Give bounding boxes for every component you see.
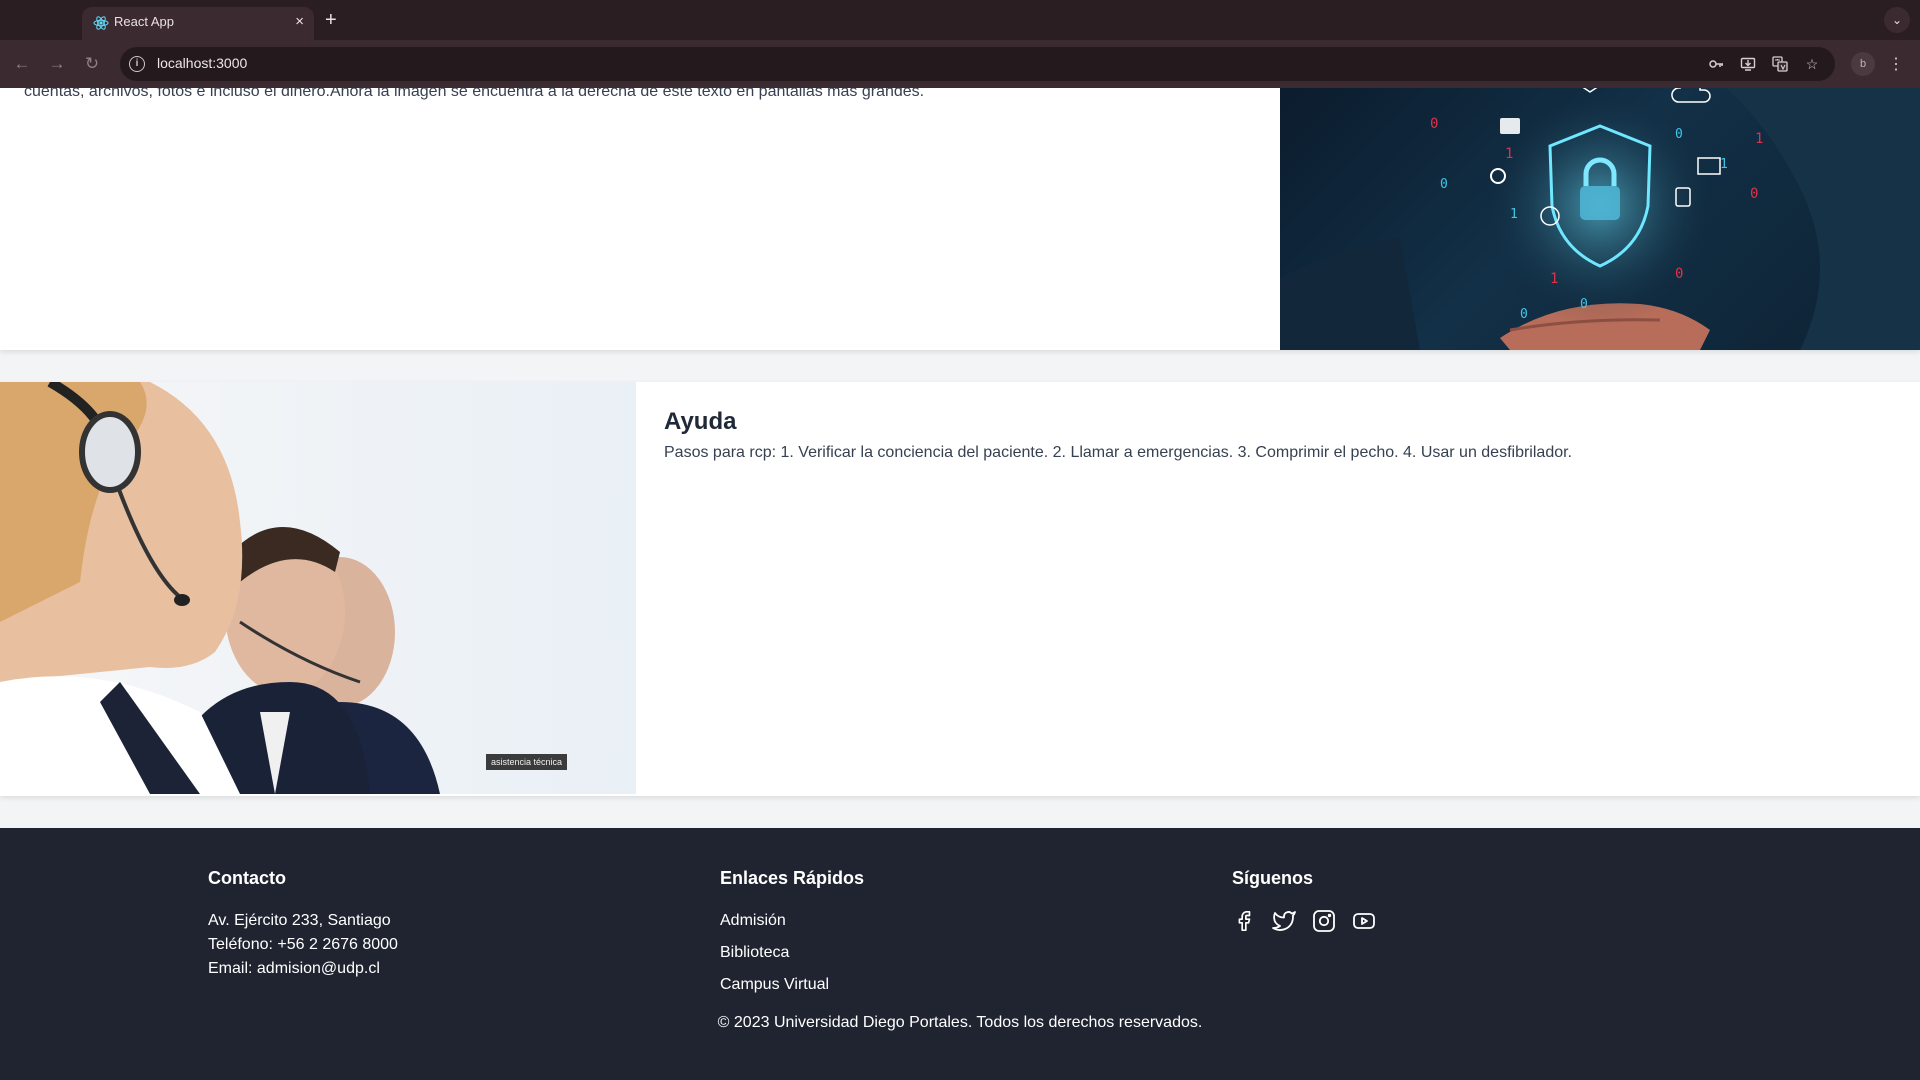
social-icons xyxy=(1232,909,1376,933)
facebook-icon[interactable] xyxy=(1232,909,1256,933)
reload-icon[interactable]: ↻ xyxy=(80,52,104,76)
tab-search-button[interactable]: ⌄ xyxy=(1884,7,1910,33)
svg-text:1: 1 xyxy=(1510,207,1518,222)
tab-title: React App xyxy=(114,14,174,29)
back-arrow-icon[interactable]: ← xyxy=(10,52,34,76)
twitter-icon[interactable] xyxy=(1272,909,1296,933)
forward-arrow-icon[interactable]: → xyxy=(45,52,69,76)
instagram-icon[interactable] xyxy=(1312,909,1336,933)
password-key-icon[interactable] xyxy=(1707,55,1725,73)
tab-close-icon[interactable]: × xyxy=(295,13,304,31)
browser-toolbar: ← → ↻ i localhost:3000 ☆ b ⋮ xyxy=(0,40,1920,88)
image-caption: asistencia técnica xyxy=(486,754,568,770)
footer-social-column: Síguenos xyxy=(1232,868,1376,933)
help-card: asistencia técnica Ayuda Pasos para rcp:… xyxy=(0,382,1920,796)
svg-text:0: 0 xyxy=(1750,186,1758,202)
security-card: cuentas, archivos, fotos e incluso el di… xyxy=(0,88,1920,350)
link-biblioteca[interactable]: Biblioteca xyxy=(720,937,864,969)
svg-text:1: 1 xyxy=(1550,271,1558,287)
site-info-icon[interactable]: i xyxy=(129,56,145,72)
svg-text:1: 1 xyxy=(1755,131,1763,147)
react-favicon-icon xyxy=(93,16,109,30)
bookmark-star-icon[interactable]: ☆ xyxy=(1803,55,1821,73)
svg-text:1: 1 xyxy=(1505,146,1513,162)
browser-menu-icon[interactable]: ⋮ xyxy=(1888,52,1904,76)
contact-email: Email: admision@udp.cl xyxy=(208,960,380,977)
youtube-icon[interactable] xyxy=(1352,909,1376,933)
help-title: Ayuda xyxy=(664,408,737,435)
address-bar[interactable]: i localhost:3000 ☆ xyxy=(120,47,1835,81)
link-campus-virtual[interactable]: Campus Virtual xyxy=(720,969,864,1001)
footer-contact-column: Contacto Av. Ejército 233, Santiago Telé… xyxy=(208,868,398,981)
browser-tab-bar: React App × + ⌄ xyxy=(0,0,1920,40)
contact-address: Av. Ejército 233, Santiago xyxy=(208,912,391,929)
svg-text:1: 1 xyxy=(1720,157,1728,172)
url-text[interactable]: localhost:3000 xyxy=(157,55,247,71)
translate-icon[interactable] xyxy=(1771,55,1789,73)
contact-title: Contacto xyxy=(208,868,286,888)
svg-text:0: 0 xyxy=(1675,127,1683,142)
links-title: Enlaces Rápidos xyxy=(720,868,865,888)
cybersecurity-image: 0 1 1 0 1 0 0 1 0 1 0 0 xyxy=(1280,88,1920,350)
svg-text:0: 0 xyxy=(1675,266,1683,282)
social-title: Síguenos xyxy=(1232,868,1314,888)
profile-avatar[interactable]: b xyxy=(1851,52,1875,76)
footer-links-column: Enlaces Rápidos Admisión Biblioteca Camp… xyxy=(720,868,864,1001)
tech-support-image: asistencia técnica xyxy=(0,382,636,794)
link-admision[interactable]: Admisión xyxy=(720,905,864,937)
new-tab-button[interactable]: + xyxy=(325,8,337,32)
security-card-text: cuentas, archivos, fotos e incluso el di… xyxy=(24,88,925,100)
page-viewport: cuentas, archivos, fotos e incluso el di… xyxy=(0,88,1920,1080)
site-footer: Contacto Av. Ejército 233, Santiago Telé… xyxy=(0,828,1920,1080)
svg-text:0: 0 xyxy=(1520,307,1528,322)
browser-tab[interactable]: React App × xyxy=(82,7,314,40)
svg-text:0: 0 xyxy=(1430,116,1438,132)
install-app-icon[interactable] xyxy=(1739,55,1757,73)
svg-text:0: 0 xyxy=(1440,177,1448,192)
contact-phone: Teléfono: +56 2 2676 8000 xyxy=(208,936,398,953)
copyright-text: © 2023 Universidad Diego Portales. Todos… xyxy=(717,1014,1203,1031)
svg-text:0: 0 xyxy=(1580,297,1588,312)
help-text: Pasos para rcp: 1. Verificar la concienc… xyxy=(664,444,1572,461)
